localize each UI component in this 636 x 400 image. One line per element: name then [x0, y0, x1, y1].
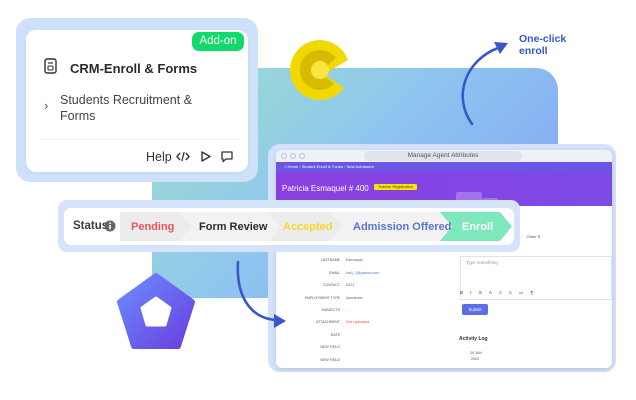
step-admission-offered[interactable]: Admission Offered: [353, 221, 451, 233]
step-form-review[interactable]: Form Review: [199, 221, 267, 233]
step-accepted[interactable]: Accepted: [283, 221, 333, 233]
step-enroll[interactable]: Enroll: [462, 221, 493, 233]
step-pending[interactable]: Pending: [131, 221, 174, 233]
status-steps: [120, 212, 512, 241]
